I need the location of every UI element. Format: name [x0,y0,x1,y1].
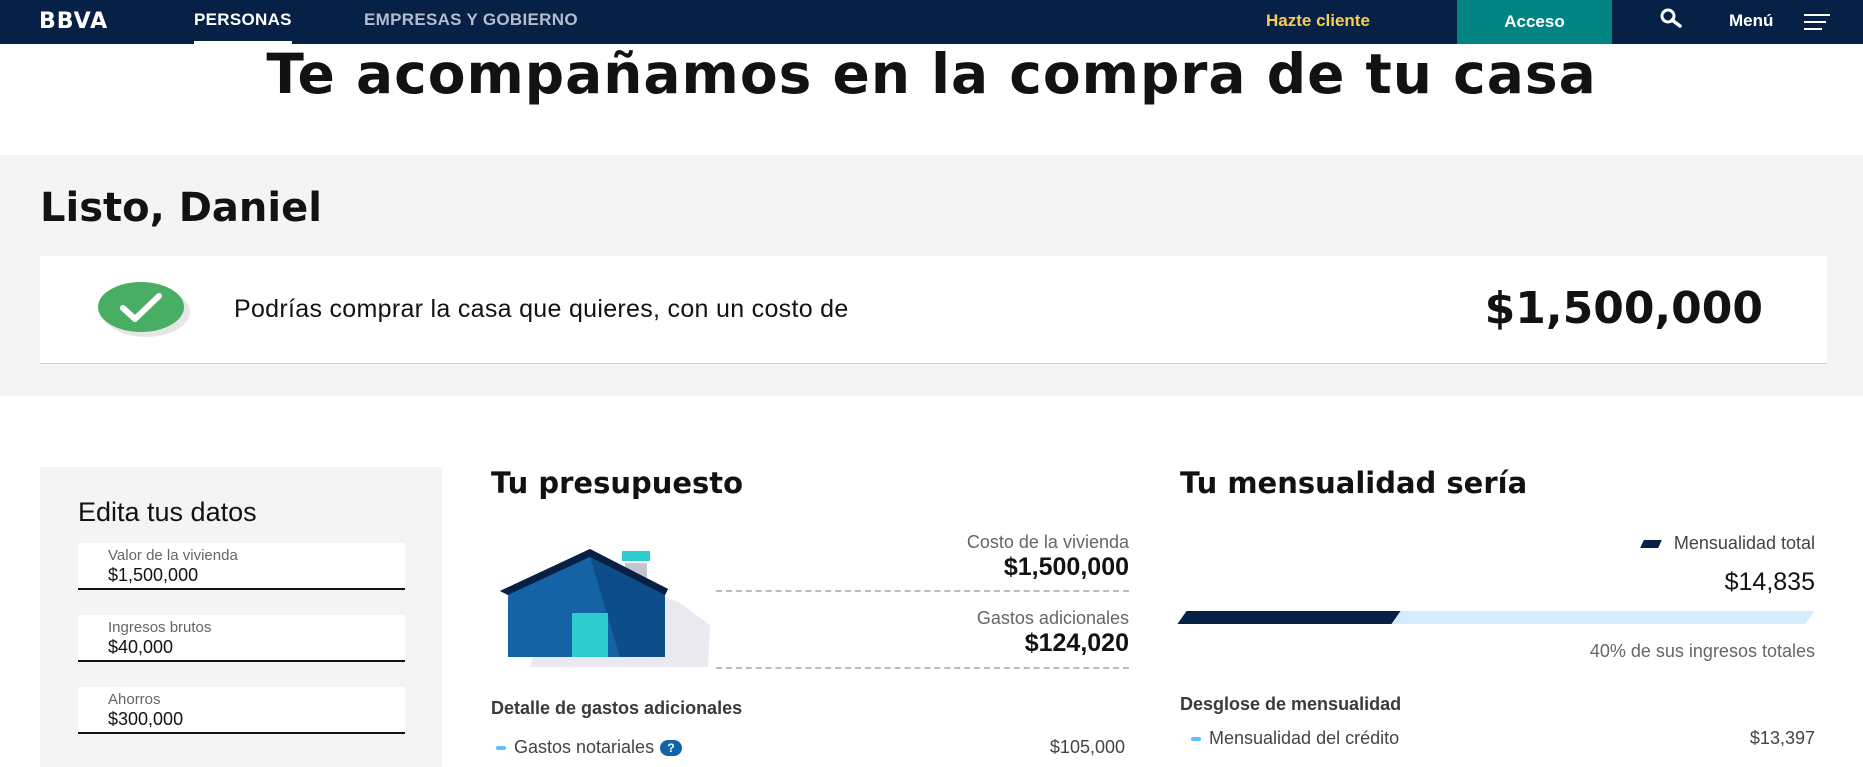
field-value[interactable]: $40,000 [108,637,173,658]
field-label: Ahorros [108,691,161,708]
field-value[interactable]: $1,500,000 [108,565,198,586]
divider [716,590,1129,592]
result-amount: $1,500,000 [1484,283,1763,334]
monthly-progress-fill [1177,611,1401,624]
result-greeting: Listo, Daniel [40,185,322,231]
result-message: Podrías comprar la casa que quieres, con… [234,295,849,323]
acceso-button[interactable]: Acceso [1457,0,1612,44]
legend-swatch [1640,540,1662,549]
menu-label[interactable]: Menú [1729,11,1773,31]
divider [716,667,1129,669]
income-percent-text: 40% de sus ingresos totales [1589,641,1815,661]
breakdown-row-credito: Mensualidad del crédito [1191,728,1399,749]
tab-personas[interactable]: PERSONAS [194,10,292,44]
monthly-title: Tu mensualidad sería [1180,466,1528,500]
cost-label: Costo de la vivienda [966,532,1129,552]
top-navigation: BBVA PERSONAS EMPRESAS Y GOBIERNO Hazte … [0,0,1863,44]
bullet-marker [1191,737,1201,742]
detail-title: Detalle de gastos adicionales [491,698,743,718]
monthly-amount: $14,835 [1724,568,1815,596]
breakdown-label: Mensualidad del crédito [1209,728,1400,748]
field-label: Valor de la vivienda [108,547,238,564]
cost-value: $1,500,000 [1003,553,1129,581]
check-icon [98,282,190,337]
page-title: Te acompañamos en la compra de tu casa [266,42,1597,106]
budget-title: Tu presupuesto [491,466,744,500]
monthly-legend: Mensualidad total [1640,533,1815,554]
breakdown-title: Desglose de mensualidad [1180,694,1402,714]
extra-cost-value: $124,020 [1024,629,1129,657]
field-value[interactable]: $300,000 [108,709,183,730]
help-icon[interactable]: ? [660,740,683,757]
legend-label: Mensualidad total [1673,533,1815,553]
ahorros-field[interactable]: Ahorros $300,000 [78,687,405,734]
detail-row-notariales: Gastos notariales? [496,737,683,758]
acceso-label: Acceso [1504,12,1565,31]
valor-vivienda-field[interactable]: Valor de la vivienda $1,500,000 [78,543,405,590]
detail-amount: $105,000 [1049,737,1125,757]
breakdown-amount: $13,397 [1749,728,1815,748]
field-label: Ingresos brutos [108,619,212,636]
detail-label: Gastos notariales [514,737,655,757]
monthly-progress-bar [1177,611,1815,624]
search-icon[interactable] [1658,8,1684,30]
bbva-logo[interactable]: BBVA [39,9,108,34]
edit-panel-title: Edita tus datos [78,497,257,527]
hazte-cliente-link[interactable]: Hazte cliente [1266,11,1370,31]
menu-icon[interactable] [1802,12,1832,32]
house-icon [500,549,710,667]
tab-empresas-y-gobierno[interactable]: EMPRESAS Y GOBIERNO [364,10,578,30]
extra-cost-label: Gastos adicionales [976,608,1129,628]
bullet-marker [496,746,506,751]
ingresos-brutos-field[interactable]: Ingresos brutos $40,000 [78,615,405,662]
